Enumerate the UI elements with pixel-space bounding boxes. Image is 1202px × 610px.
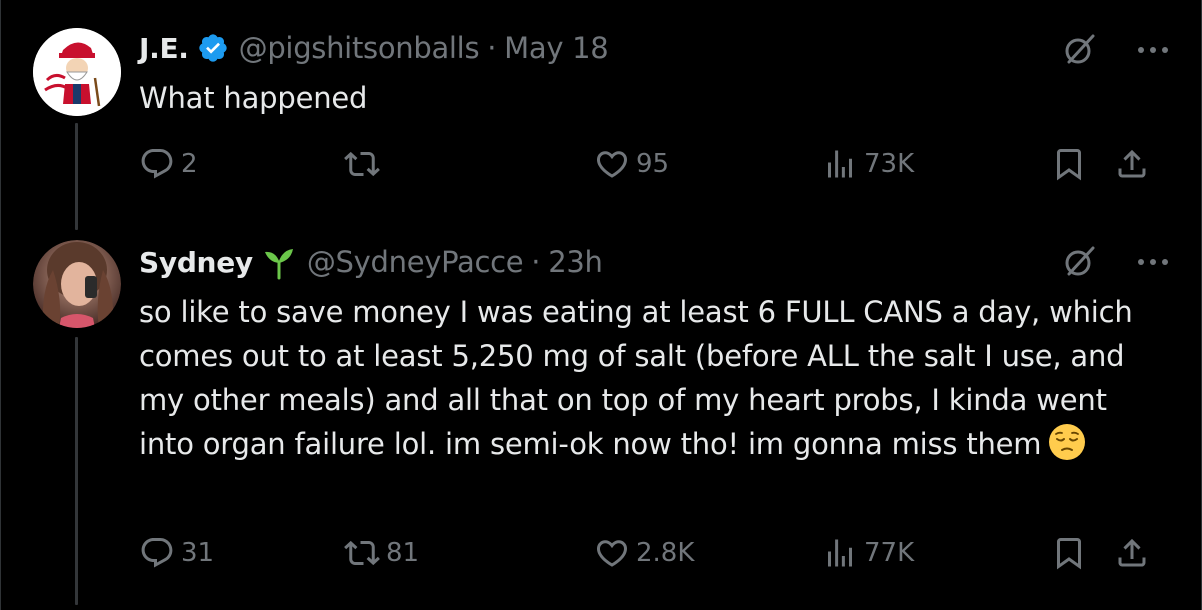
reply-button[interactable]: 31 bbox=[139, 535, 214, 571]
reply-button[interactable]: 2 bbox=[139, 146, 198, 182]
like-button[interactable]: 95 bbox=[594, 146, 669, 182]
verified-icon bbox=[197, 32, 229, 64]
tweet-header: Sydney @SydneyPacce · 23h bbox=[139, 242, 1181, 282]
header-actions bbox=[1059, 244, 1173, 280]
reply-count: 31 bbox=[181, 538, 215, 568]
share-icon bbox=[1114, 146, 1150, 182]
tweet-actions: 31 81 2.8K 77K bbox=[139, 535, 1173, 575]
tweet-text-body: so like to save money I was eating at le… bbox=[139, 295, 1133, 461]
share-icon bbox=[1114, 535, 1150, 571]
tweet-text: so like to save money I was eating at le… bbox=[139, 290, 1161, 466]
tweet-1[interactable]: J.E. @pigshitsonballs · May 18 What happ bbox=[1, 0, 1201, 230]
retweet-button[interactable]: 81 bbox=[344, 535, 419, 571]
user-handle[interactable]: @pigshitsonballs bbox=[239, 31, 480, 65]
tweet-text: What happened bbox=[139, 81, 368, 115]
avatar[interactable] bbox=[33, 240, 121, 328]
bookmark-icon bbox=[1051, 535, 1087, 571]
tweet-2[interactable]: Sydney @SydneyPacce · 23h so like to sav… bbox=[1, 230, 1201, 610]
reply-icon bbox=[139, 535, 175, 571]
pensive-face-emoji bbox=[1047, 422, 1087, 462]
header-actions bbox=[1059, 32, 1173, 68]
views-button[interactable]: 73K bbox=[822, 146, 914, 182]
tweet-actions: 2 95 73K bbox=[139, 146, 1173, 186]
bookmark-button[interactable] bbox=[1051, 146, 1087, 182]
display-name[interactable]: J.E. bbox=[139, 32, 189, 65]
like-count: 2.8K bbox=[636, 538, 695, 568]
thread-line bbox=[75, 123, 78, 230]
display-name[interactable]: Sydney bbox=[139, 246, 253, 279]
views-chart-icon bbox=[822, 535, 858, 571]
separator-dot: · bbox=[531, 245, 541, 279]
mascot-avatar-image bbox=[33, 28, 121, 116]
view-count: 73K bbox=[864, 149, 915, 179]
bookmark-button[interactable] bbox=[1051, 535, 1087, 571]
grok-icon[interactable] bbox=[1059, 244, 1099, 280]
views-chart-icon bbox=[822, 146, 858, 182]
share-button[interactable] bbox=[1114, 535, 1150, 571]
separator-dot: · bbox=[487, 31, 497, 65]
like-button[interactable]: 2.8K bbox=[594, 535, 694, 571]
heart-icon bbox=[594, 535, 630, 571]
avatar[interactable] bbox=[33, 28, 121, 116]
share-button[interactable] bbox=[1114, 146, 1150, 182]
heart-icon bbox=[594, 146, 630, 182]
retweet-count: 81 bbox=[386, 538, 420, 568]
retweet-icon bbox=[344, 146, 380, 182]
sprout-icon bbox=[261, 244, 297, 280]
reply-count: 2 bbox=[181, 149, 198, 179]
bookmark-icon bbox=[1051, 146, 1087, 182]
tweet-header: J.E. @pigshitsonballs · May 18 bbox=[139, 28, 1181, 68]
retweet-button[interactable] bbox=[344, 146, 386, 182]
grok-icon[interactable] bbox=[1059, 32, 1099, 68]
more-options-icon[interactable] bbox=[1133, 244, 1173, 280]
profile-photo-image bbox=[33, 240, 121, 328]
thread-line bbox=[75, 337, 78, 605]
view-count: 77K bbox=[864, 538, 915, 568]
reply-icon bbox=[139, 146, 175, 182]
user-handle[interactable]: @SydneyPacce bbox=[307, 245, 524, 279]
views-button[interactable]: 77K bbox=[822, 535, 914, 571]
more-options-icon[interactable] bbox=[1133, 32, 1173, 68]
retweet-icon bbox=[344, 535, 380, 571]
timestamp[interactable]: 23h bbox=[548, 245, 603, 279]
timestamp[interactable]: May 18 bbox=[504, 31, 609, 65]
like-count: 95 bbox=[636, 149, 670, 179]
